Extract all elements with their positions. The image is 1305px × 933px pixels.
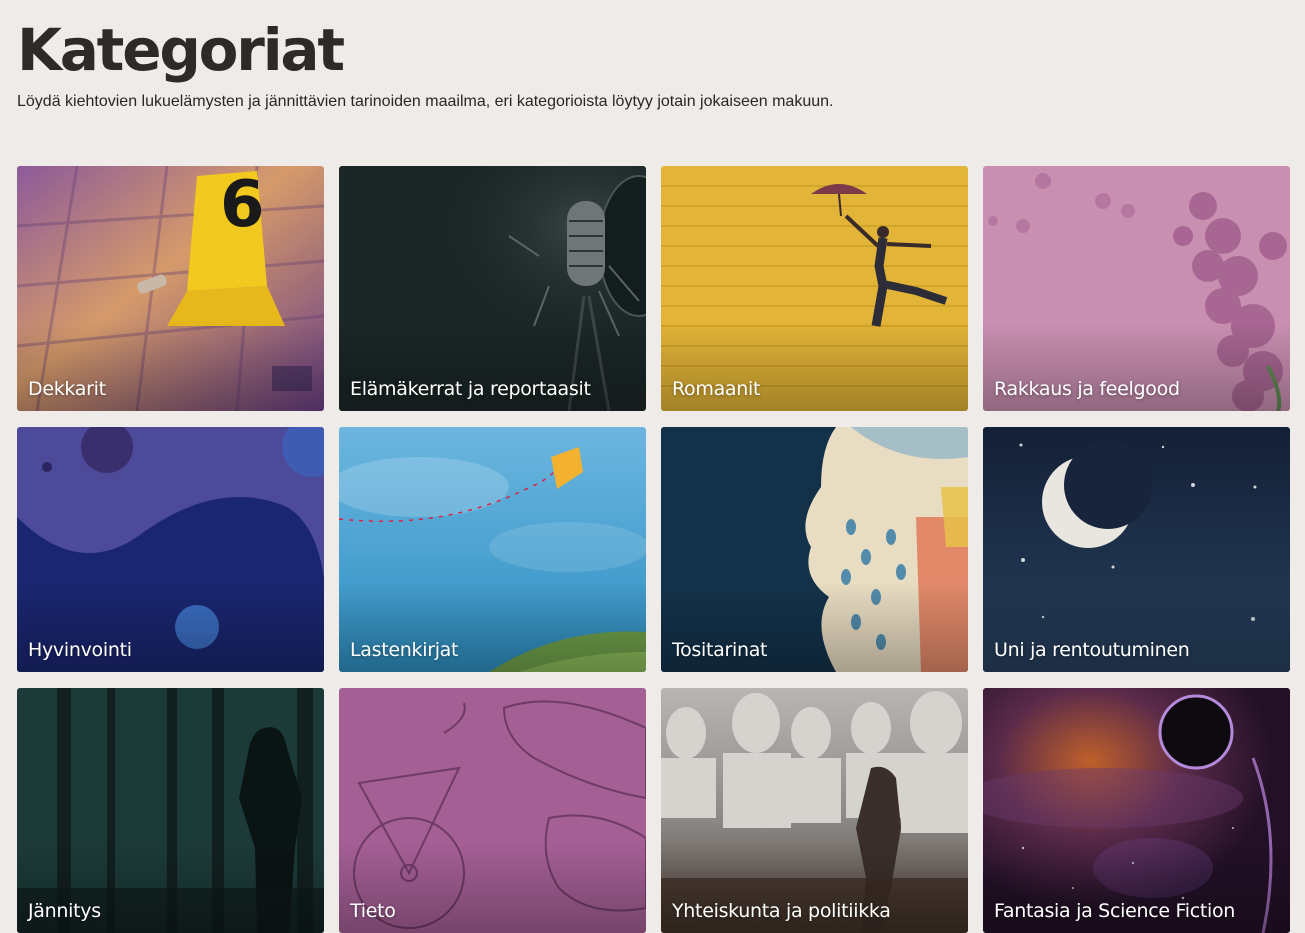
category-label: Dekkarit	[28, 378, 106, 400]
category-card-romaanit[interactable]: Romaanit	[661, 166, 968, 411]
category-label: Uni ja rentoutuminen	[994, 639, 1190, 661]
category-label: Yhteiskunta ja politiikka	[672, 900, 891, 922]
category-card-jannitys[interactable]: Jännitys	[17, 688, 324, 933]
category-card-tieto[interactable]: Tieto	[339, 688, 646, 933]
category-label: Lastenkirjat	[350, 639, 459, 661]
page-title: Kategoriat	[17, 16, 345, 84]
category-card-lastenkirjat[interactable]: Lastenkirjat	[339, 427, 646, 672]
category-card-fantasia[interactable]: Fantasia ja Science Fiction	[983, 688, 1290, 933]
category-grid: 6 Dekkarit Elämäkerrat ja reportaasit Ro…	[17, 166, 1290, 933]
category-label: Elämäkerrat ja reportaasit	[350, 378, 591, 400]
evidence-marker: 6	[220, 168, 265, 242]
page-header: Kategoriat Löydä kiehtovien lukuelämyste…	[17, 14, 1288, 114]
category-card-yhteiskunta[interactable]: Yhteiskunta ja politiikka	[661, 688, 968, 933]
category-label: Rakkaus ja feelgood	[994, 378, 1180, 400]
category-label: Tieto	[350, 900, 396, 922]
category-card-hyvinvointi[interactable]: Hyvinvointi	[17, 427, 324, 672]
category-label: Tositarinat	[672, 639, 768, 661]
category-card-uni[interactable]: Uni ja rentoutuminen	[983, 427, 1290, 672]
page-subtitle: Löydä kiehtovien lukuelämysten ja jännit…	[17, 93, 834, 110]
category-card-elamakerrat[interactable]: Elämäkerrat ja reportaasit	[339, 166, 646, 411]
category-card-tositarinat[interactable]: Tositarinat	[661, 427, 968, 672]
category-card-rakkaus[interactable]: Rakkaus ja feelgood	[983, 166, 1290, 411]
category-label: Fantasia ja Science Fiction	[994, 900, 1236, 922]
category-label: Jännitys	[28, 900, 101, 922]
category-label: Romaanit	[672, 378, 761, 400]
category-card-dekkarit[interactable]: 6 Dekkarit	[17, 166, 324, 411]
category-label: Hyvinvointi	[28, 639, 132, 661]
